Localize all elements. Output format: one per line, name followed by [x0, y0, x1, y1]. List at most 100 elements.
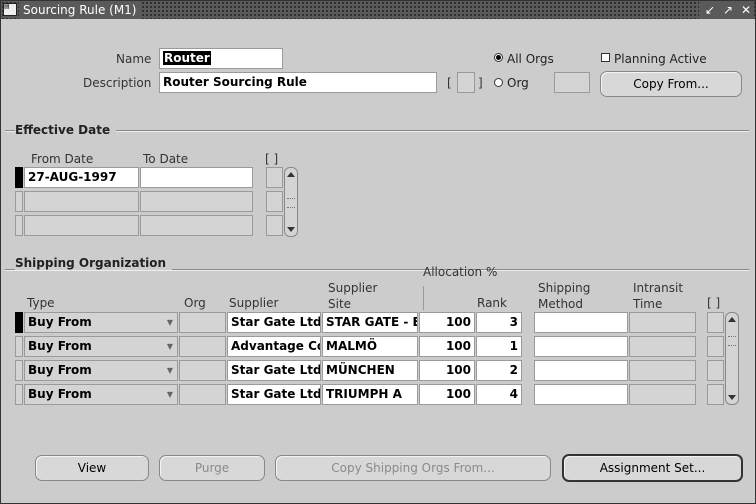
to-date-cell[interactable] [140, 191, 253, 212]
supplier-cell[interactable]: Advantage Cor [227, 336, 321, 357]
minimize-icon[interactable]: ↙ [703, 3, 717, 17]
chevron-down-icon: ▼ [166, 390, 173, 399]
row-indicator[interactable] [15, 312, 23, 333]
allocation-separator [423, 286, 424, 310]
org-cell[interactable] [179, 384, 226, 405]
planning-active-checkbox[interactable] [601, 53, 610, 62]
type-value: Buy From [28, 315, 92, 329]
org-cell[interactable] [179, 336, 226, 357]
from-date-cell[interactable] [24, 191, 139, 212]
shipping-org-scrollbar[interactable] [725, 312, 739, 405]
allocation-cell[interactable]: 100 [419, 384, 475, 405]
to-date-cell[interactable] [140, 215, 253, 236]
shipping-method-cell[interactable] [534, 384, 628, 405]
scroll-grip-icon[interactable] [287, 198, 295, 208]
allocation-cell[interactable]: 100 [419, 360, 475, 381]
type-select[interactable]: Buy From ▼ [24, 384, 178, 405]
shipping-flex-cell[interactable] [707, 384, 724, 405]
allocation-cell[interactable]: 100 [419, 312, 475, 333]
row-indicator[interactable] [15, 336, 23, 357]
description-field[interactable]: Router Sourcing Rule [159, 72, 437, 93]
supplier-cell[interactable]: Star Gate Ltd [227, 384, 321, 405]
type-value: Buy From [28, 387, 92, 401]
date-flex-cell[interactable] [266, 167, 283, 188]
type-select[interactable]: Buy From ▼ [24, 336, 178, 357]
planning-active-label: Planning Active [614, 52, 707, 66]
org-field[interactable] [554, 72, 590, 93]
org-cell[interactable] [179, 312, 226, 333]
shipping-method-cell[interactable] [534, 336, 628, 357]
type-select[interactable]: Buy From ▼ [24, 312, 178, 333]
supplier-site-cell[interactable]: MÜNCHEN [322, 360, 418, 381]
rank-cell[interactable]: 2 [476, 360, 522, 381]
bracket-right: ] [478, 76, 483, 90]
scroll-down-icon[interactable] [287, 227, 295, 232]
shipping-method-header: Shipping Method [538, 281, 591, 311]
shipping-flex-cell[interactable] [707, 336, 724, 357]
title-bar[interactable]: ▤ Sourcing Rule (M1) ↙ ↗ ✕ [1, 1, 755, 19]
scroll-down-icon[interactable] [728, 395, 736, 400]
scroll-up-icon[interactable] [287, 172, 295, 177]
row-indicator[interactable] [15, 360, 23, 381]
date-flex-cell[interactable] [266, 191, 283, 212]
org-cell[interactable] [179, 360, 226, 381]
date-flex-cell[interactable] [266, 215, 283, 236]
from-date-cell[interactable]: 27-AUG-1997 [24, 167, 139, 188]
shipping-method-cell[interactable] [534, 360, 628, 381]
scroll-up-icon[interactable] [728, 317, 736, 322]
copy-shipping-orgs-button[interactable]: Copy Shipping Orgs From... [275, 455, 551, 481]
intransit-time-cell[interactable] [629, 312, 696, 333]
copy-from-button[interactable]: Copy From... [600, 71, 742, 97]
type-header: Type [27, 296, 55, 310]
all-orgs-radio[interactable] [494, 53, 503, 62]
row-indicator[interactable] [15, 384, 23, 405]
purge-button[interactable]: Purge [159, 455, 265, 481]
type-select[interactable]: Buy From ▼ [24, 360, 178, 381]
allocation-cell[interactable]: 100 [419, 336, 475, 357]
row-indicator[interactable] [15, 215, 23, 236]
chevron-down-icon: ▼ [166, 366, 173, 375]
intransit-time-cell[interactable] [629, 336, 696, 357]
shipping-flex-cell[interactable] [707, 312, 724, 333]
rank-cell[interactable]: 1 [476, 336, 522, 357]
supplier-site-header: Supplier Site [328, 281, 378, 311]
from-date-cell[interactable] [24, 215, 139, 236]
app-icon[interactable]: ▤ [3, 3, 17, 16]
intransit-time-cell[interactable] [629, 360, 696, 381]
sourcing-rule-window: ▤ Sourcing Rule (M1) ↙ ↗ ✕ Name Router D… [0, 0, 756, 504]
maximize-icon[interactable]: ↗ [721, 3, 735, 17]
rank-cell[interactable]: 4 [476, 384, 522, 405]
chevron-down-icon: ▼ [166, 342, 173, 351]
chevron-down-icon: ▼ [166, 318, 173, 327]
description-flex-field[interactable] [457, 72, 475, 93]
org-radio[interactable] [494, 78, 503, 87]
supplier-site-cell[interactable]: TRIUMPH A [322, 384, 418, 405]
date-flex-header: [ ] [265, 152, 279, 166]
assignment-set-button[interactable]: Assignment Set... [562, 454, 743, 482]
view-button[interactable]: View [35, 455, 149, 481]
shipping-flex-cell[interactable] [707, 360, 724, 381]
effective-date-scrollbar[interactable] [284, 167, 298, 237]
supplier-site-cell[interactable]: STAR GATE - E [322, 312, 418, 333]
to-date-cell[interactable] [140, 167, 253, 188]
close-icon[interactable]: ✕ [739, 3, 753, 17]
description-label: Description [83, 76, 152, 90]
org-header: Org [184, 296, 206, 310]
row-indicator[interactable] [15, 167, 23, 188]
supplier-header: Supplier [229, 296, 279, 310]
supplier-cell[interactable]: Star Gate Ltd [227, 312, 321, 333]
supplier-cell[interactable]: Star Gate Ltd [227, 360, 321, 381]
name-field[interactable]: Router [159, 48, 283, 69]
window-controls: ↙ ↗ ✕ [699, 1, 753, 19]
scroll-grip-icon[interactable] [728, 336, 736, 347]
bracket-left: [ [447, 76, 452, 90]
intransit-time-cell[interactable] [629, 384, 696, 405]
row-indicator[interactable] [15, 191, 23, 212]
supplier-site-cell[interactable]: MALMÖ [322, 336, 418, 357]
shipping-method-cell[interactable] [534, 312, 628, 333]
effective-date-divider [5, 130, 749, 132]
shipping-flex-header: [ ] [707, 296, 721, 310]
shipping-org-title: Shipping Organization [15, 256, 173, 270]
window-title: Sourcing Rule (M1) [19, 1, 141, 19]
rank-cell[interactable]: 3 [476, 312, 522, 333]
